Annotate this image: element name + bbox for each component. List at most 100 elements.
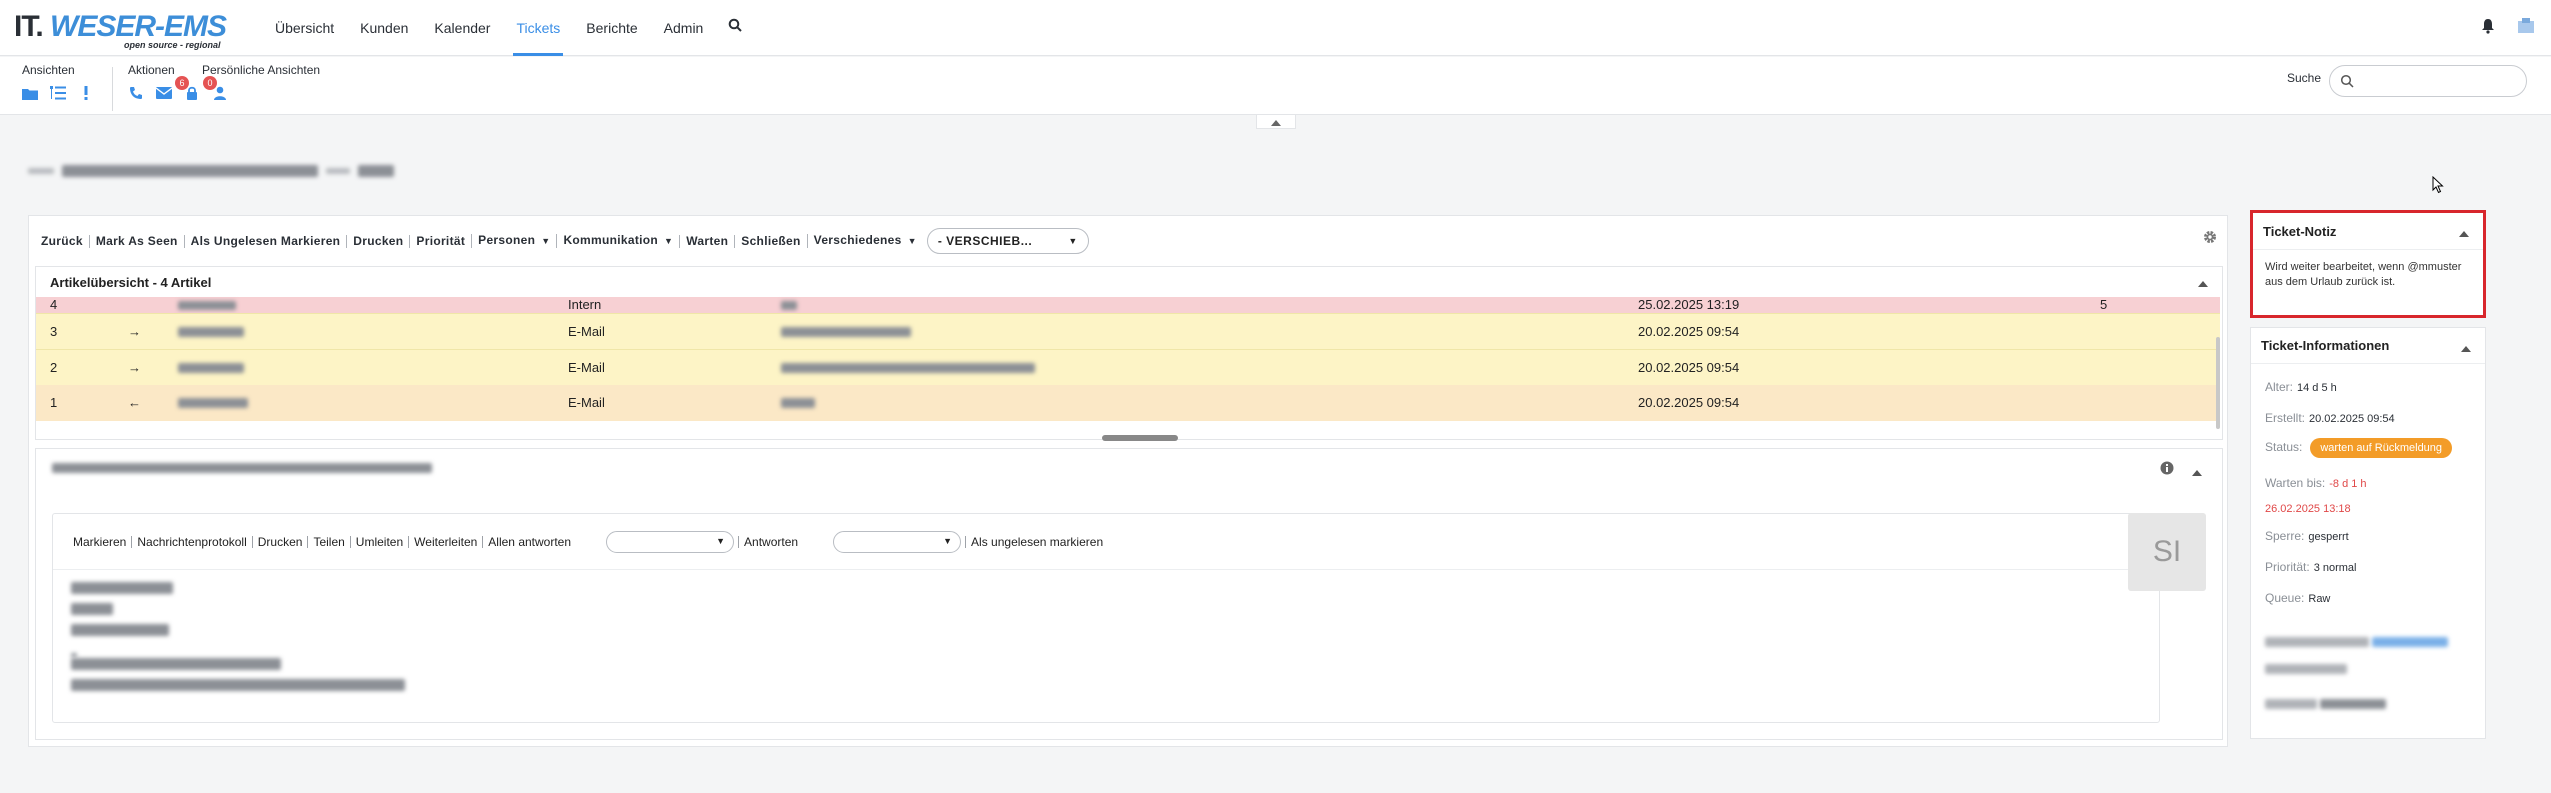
redacted-text [358,165,394,177]
list-icon[interactable] [50,85,66,101]
redacted-text [178,301,236,310]
redirect-link[interactable]: Umleiten [349,535,408,548]
envelope-icon[interactable] [156,85,172,101]
persons-menu[interactable]: Personen ▼ [471,234,556,248]
redacted-text [71,679,405,691]
chevron-up-icon[interactable] [2459,225,2469,240]
ticket-title [28,162,394,180]
gear-icon[interactable] [2203,230,2217,247]
article-date: 20.02.2025 09:54 [1638,324,1740,339]
forward-link[interactable]: Weiterleiten [408,535,482,548]
persons-label: Personen [478,233,536,247]
mouse-cursor-icon [2432,175,2444,197]
nav-reports[interactable]: Berichte [573,0,650,56]
nav-admin[interactable]: Admin [651,0,717,56]
nav-calendar[interactable]: Kalender [421,0,503,56]
redacted-text [2265,699,2317,709]
redacted-text [71,658,281,670]
article-number: 3 [50,324,58,339]
article-overview-header: Artikelübersicht - 4 Artikel [36,267,2222,297]
print-link[interactable]: Drucken [251,535,308,548]
wait-date-field: 26.02.2025 13:18 [2265,501,2351,515]
redacted-text [781,301,797,310]
sender-avatar: SI [2128,513,2206,591]
ticket-info-panel: Ticket-Informationen Alter: 14 d 5 h Erst… [2250,327,2486,739]
status-badge[interactable]: warten auf Rückmeldung [2310,438,2453,458]
article-detail-panel: Markieren Nachrichtenprotokoll Drucken T… [35,448,2223,740]
communication-label: Kommunikation [563,233,659,247]
ticket-note-header: Ticket-Notiz [2253,213,2483,249]
redacted-text [28,168,54,174]
status-field: Status: warten auf Rückmeldung [2265,438,2453,458]
nav-tickets[interactable]: Tickets [503,0,573,56]
wait-button[interactable]: Warten [679,234,734,248]
nav-overview[interactable]: Übersicht [262,0,347,56]
ticket-action-bar: Zurück Mark As Seen Als Ungelesen Markie… [39,226,1089,256]
personal-count-badge: 0 [203,76,217,90]
article-date: 20.02.2025 09:54 [1638,395,1740,410]
reply-template-select[interactable]: ▼ [606,530,735,553]
mark-unread-link[interactable]: Als ungelesen markieren [965,535,1108,548]
company-logo[interactable]: IT. WESER-EMS open source - regional [14,10,244,52]
article-row[interactable]: 1 ← E-Mail 20.02.2025 09:54 [36,385,2220,421]
redacted-link[interactable] [2372,637,2449,647]
age-field: Alter: 14 d 5 h [2265,380,2337,394]
redacted-text [326,168,350,174]
person-icon[interactable]: 0 [203,76,228,101]
exclamation-icon[interactable] [78,85,94,101]
redacted-text [2265,664,2347,674]
customer-field [2265,636,2449,650]
misc-label: Verschiedenes [813,233,902,247]
unread-option-select[interactable]: ▼ [833,530,962,553]
mark-link[interactable]: Markieren [71,536,131,548]
lock-icon[interactable]: 6 [175,76,200,101]
mark-seen-button[interactable]: Mark As Seen [88,234,184,248]
share-link[interactable]: Teilen [307,535,349,548]
horizontal-scrollbar[interactable] [1102,435,1178,441]
article-row[interactable]: 2 → E-Mail 20.02.2025 09:54 [36,349,2220,385]
print-button[interactable]: Drucken [346,234,409,248]
move-queue-select[interactable]: - VERSCHIEB... ▼ [926,228,1089,254]
article-type: Intern [568,297,602,312]
personal-views-label[interactable]: Persönliche Ansichten [202,63,320,77]
communication-menu[interactable]: Kommunikation ▼ [556,234,679,248]
caret-down-icon: ▼ [1068,236,1078,246]
chevron-up-icon[interactable] [2192,464,2202,479]
user-avatar-icon[interactable] [2517,18,2535,37]
wait-relative-value: -8 d 1 h [2329,478,2367,490]
queue-field: Queue: Raw [2265,591,2330,605]
bell-icon[interactable] [2481,18,2495,37]
collapse-toolbar-toggle[interactable] [1256,115,1296,129]
back-button[interactable]: Zurück [39,234,89,248]
age-label: Alter: [2265,380,2294,394]
priority-field: Priorität: 3 normal [2265,560,2356,574]
folder-icon[interactable] [22,85,38,101]
logo-subtitle: open source - regional [124,40,221,50]
message-log-link[interactable]: Nachrichtenprotokoll [131,535,251,548]
direction-arrow-icon: → [128,324,141,339]
vertical-scrollbar[interactable] [2216,337,2220,429]
info-icon[interactable] [2160,461,2174,478]
reply-all-link[interactable]: Allen antworten [482,535,576,548]
misc-menu[interactable]: Verschiedenes ▼ [806,233,923,248]
article-row[interactable]: 3 → E-Mail 20.02.2025 09:54 [36,313,2220,349]
wait-date-value: 26.02.2025 13:18 [2265,503,2351,515]
priority-button[interactable]: Priorität [409,234,471,248]
article-row[interactable]: 4 Intern 25.02.2025 13:19 5 [36,297,2220,313]
search-input[interactable] [2329,65,2527,97]
mark-unread-button[interactable]: Als Ungelesen Markieren [183,234,347,248]
lock-label: Sperre: [2265,529,2305,543]
close-button[interactable]: Schließen [734,234,806,248]
lock-value: gesperrt [2308,531,2349,543]
chevron-up-icon[interactable] [2198,275,2208,290]
nav-customers[interactable]: Kunden [347,0,421,56]
phone-icon[interactable] [128,85,144,101]
article-number: 1 [50,395,58,410]
ticket-note-panel: Ticket-Notiz Wird weiter bearbeitet, wen… [2250,210,2486,318]
chevron-up-icon[interactable] [2461,340,2471,355]
reply-link[interactable]: Antworten [738,535,803,548]
views-group: Ansichten [22,63,94,101]
ticket-note-text[interactable]: Wird weiter bearbeitet, wenn @mmuster au… [2253,249,2483,290]
priority-label: Priorität: [2265,560,2310,574]
nav-search-icon[interactable] [716,0,754,56]
